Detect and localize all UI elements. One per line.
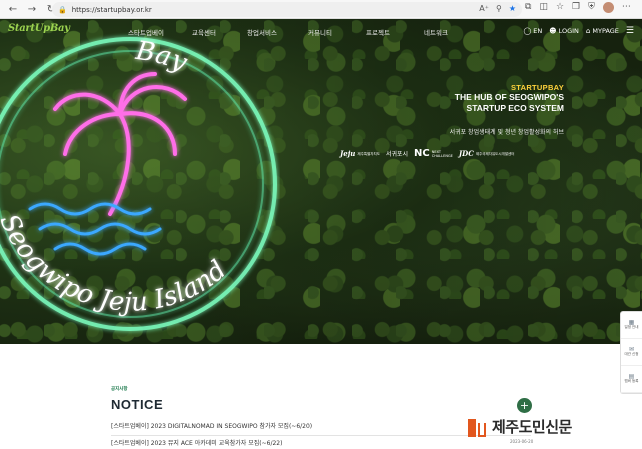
shield-icon[interactable]: ⛨ <box>588 2 595 13</box>
notice-more-button[interactable]: + <box>517 398 532 413</box>
browser-toolbar: ← → ↻ 🔒 https://startupbay.or.kr A⁺ ⚲ ★ … <box>0 0 642 19</box>
profile-avatar[interactable] <box>602 2 614 13</box>
partner-seogwipo: 서귀포시 <box>385 151 409 158</box>
read-aloud-icon[interactable]: A⁺ <box>479 4 489 13</box>
url-text: https://startupbay.or.kr <box>71 5 152 14</box>
more-menu-icon[interactable]: ⋯ <box>622 2 631 13</box>
main-navigation: 스타트업베이 교육센터 창업서비스 커뮤니티 프로젝트 네트워크 <box>117 27 465 37</box>
extensions-icon[interactable]: ⧉ <box>525 2 531 13</box>
notice-title: NOTICE <box>111 397 164 412</box>
hero-headline-1: THE HUB OF SEOGWIPO'S <box>454 92 564 102</box>
partner-jeju: Jeju 제주특별자치도 <box>340 149 380 158</box>
hero-brand: STARTUPBAY <box>510 83 564 92</box>
nav-item-project[interactable]: 프로젝트 <box>349 27 407 37</box>
notice-item[interactable]: [스타트업베이] 2023 뮤지 ACE 아카데미 교육참가자 모집(~6/22… <box>111 438 531 449</box>
notice-kicker: 공지사항 <box>111 387 128 392</box>
language-toggle[interactable]: ◯ EN <box>523 27 542 35</box>
news-watermark: 제주도민신문 <box>468 416 572 437</box>
address-bar[interactable]: 🔒 https://startupbay.or.kr A⁺ ⚲ ★ <box>52 2 522 17</box>
neon-bottom-text: Seogwipo Jeju Island <box>0 210 232 318</box>
zoom-icon[interactable]: ⚲ <box>496 4 502 13</box>
home-icon: ⌂ <box>585 27 591 35</box>
quick-menu: ▦ 일정 안내 ✉ 대관 신청 ▤ 멤버 등록 <box>620 311 642 394</box>
quick-item-rental[interactable]: ✉ 대관 신청 <box>621 339 642 366</box>
partner-jdc: JDC 제주국제자유도시개발센터 <box>458 149 515 158</box>
nav-item-community[interactable]: 커뮤니티 <box>291 27 349 37</box>
hero-headline-2: STARTUP ECO SYSTEM <box>466 103 564 113</box>
split-screen-icon[interactable]: ◫ <box>539 2 548 13</box>
site-header: StartUpBay 스타트업베이 교육센터 창업서비스 커뮤니티 프로젝트 네… <box>0 19 642 44</box>
quick-item-schedule[interactable]: ▦ 일정 안내 <box>621 312 642 339</box>
neon-sign-image: Bay Seogwipo Jeju Island <box>0 36 277 331</box>
back-icon[interactable]: ← <box>5 1 21 17</box>
favorite-star-icon[interactable]: ★ <box>509 4 516 13</box>
nav-item-network[interactable]: 네트워크 <box>407 27 465 37</box>
user-icon: ☻ <box>549 27 557 35</box>
news-logo-icon <box>468 417 488 437</box>
hamburger-menu-icon[interactable]: ☰ <box>626 26 634 36</box>
news-logo-text: 제주도민신문 <box>492 418 572 436</box>
collections-icon[interactable]: ❐ <box>572 2 580 13</box>
mypage-link[interactable]: ⌂ MYPAGE <box>586 27 619 35</box>
hero-subtitle: 서귀포 창업생태계 및 청년 창업활성화의 허브 <box>449 129 564 136</box>
nav-item-startupbay[interactable]: 스타트업베이 <box>117 27 175 37</box>
site-logo[interactable]: StartUpBay <box>8 23 70 34</box>
partner-logos: Jeju 제주특별자치도 서귀포시 NC NEXT CHALLENGE JDC 제… <box>340 148 514 159</box>
globe-icon: ◯ <box>523 27 532 35</box>
login-link[interactable]: ☻ LOGIN <box>549 27 579 35</box>
lock-icon: 🔒 <box>58 5 67 14</box>
nav-item-startup-service[interactable]: 창업서비스 <box>233 27 291 37</box>
utility-menu: ◯ EN ☻ LOGIN ⌂ MYPAGE ☰ <box>523 26 634 36</box>
forward-icon[interactable]: → <box>24 1 40 17</box>
partner-next-challenge: NC NEXT CHALLENGE <box>414 148 453 159</box>
hero-copy: STARTUPBAY THE HUB OF SEOGWIPO'S STARTUP… <box>450 83 564 136</box>
favorites-icon[interactable]: ☆ <box>556 2 564 13</box>
nav-item-education[interactable]: 교육센터 <box>175 27 233 37</box>
quick-item-member[interactable]: ▤ 멤버 등록 <box>621 366 642 393</box>
notice-date: 2023-06-20 <box>510 439 534 444</box>
